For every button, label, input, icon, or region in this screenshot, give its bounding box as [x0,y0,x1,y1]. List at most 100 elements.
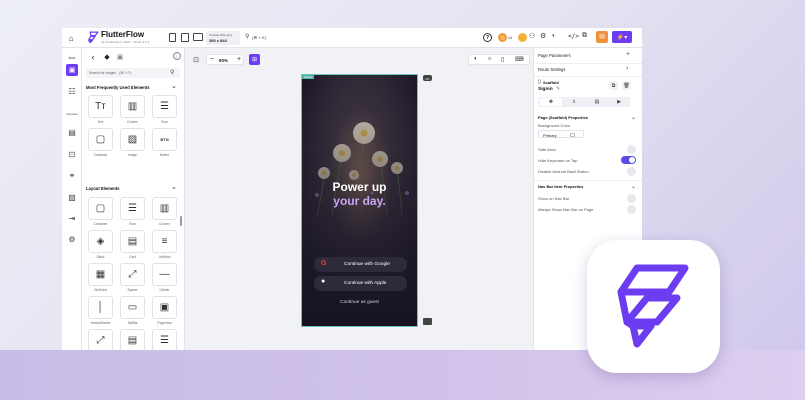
panel-resize-handle[interactable] [180,216,182,226]
widget-tile[interactable]: ▤Wrap [118,329,147,350]
widget-search-input[interactable]: Search for widget... (⌘ + F) ⚲ [86,68,180,78]
background-color-picker[interactable]: Primary [538,130,584,138]
widget-tile-label: Row [161,120,168,124]
desktop-device-icon[interactable] [193,33,203,41]
components-tab-icon[interactable]: ▣ [115,52,125,62]
guest-link[interactable]: Continue as guest [302,300,417,305]
info-icon[interactable]: i [173,52,181,60]
avatar[interactable] [518,33,527,42]
widget-tile[interactable]: ▢ Container [86,128,115,157]
zoom-in-button[interactable]: + [237,56,241,63]
data-types-icon[interactable]: ⚭ [66,169,78,181]
edit-icon[interactable]: ✎ [556,86,560,92]
always-show-nav-toggle[interactable] [627,205,636,214]
widget-tile[interactable]: ▦ GridView [86,263,115,292]
keyboard-icon[interactable]: ⌨ [515,56,524,63]
help-icon[interactable]: ? [483,33,492,42]
storyboard-icon[interactable]: ▤ [66,126,78,138]
widget-tile[interactable]: ≡ ListView [150,230,179,259]
google-signin-button[interactable]: G Continue with Google [314,257,407,272]
canvas-view-toolbar: ◐ ☼ ▯ ⌨ [468,54,530,65]
apple-signin-button[interactable]: ● Continue with Apple [314,276,407,291]
screenshot-icon[interactable]: ⊡ [191,55,201,65]
widget-tile[interactable]: ▤ Card [118,230,147,259]
scaffold-section-header[interactable]: Page (Scaffold) Properties ⌄ [538,114,636,121]
widget-tile[interactable]: ⤢ Spacer [118,263,147,292]
open-external-icon[interactable]: ⧉ [582,32,587,40]
widget-tree-icon[interactable]: ☷ [66,85,78,97]
page-name: Signin [538,87,553,92]
hide-keyboard-toggle[interactable] [621,156,636,164]
widgets-tab-icon[interactable]: ◆ [102,52,112,62]
phone-preview[interactable]: Signin Power up your day. G Continue wit… [301,74,418,327]
more-options-icon[interactable]: ••• [423,75,432,81]
api-calls-icon[interactable]: ⊡ [66,148,78,160]
chevron-right-icon[interactable]: › [626,65,628,72]
widget-tile[interactable]: ☰ Row [118,197,147,226]
layout-section-title: Layout Elements [86,186,120,191]
safe-area-toggle[interactable] [627,145,636,154]
widget-tile[interactable]: ▣ PageView [150,296,179,325]
widget-tile[interactable]: ☰Form [150,329,179,350]
widget-tile[interactable]: — Divider [150,263,179,292]
show-nav-toggle[interactable] [627,194,636,203]
widget-tile[interactable]: ▥ Column [118,95,147,124]
chevron-down-icon[interactable]: ⌄ [171,82,177,90]
flutterflow-logo-icon [86,30,100,44]
widget-tile[interactable]: │ VerticalDivider [86,296,115,325]
widget-tile[interactable]: ▭ TabBar [118,296,147,325]
media-assets-icon[interactable]: ▨ [66,191,78,203]
home-icon[interactable]: ⌂ [66,33,76,43]
delete-icon[interactable]: 🗑 [622,81,631,90]
preview-icon[interactable]: ◐ [552,33,556,39]
back-chevron-icon[interactable]: ‹ [88,52,98,62]
apple-button-label: Continue with Apple [344,281,387,286]
code-icon[interactable]: </> [568,33,579,40]
add-icon[interactable]: + [626,51,630,58]
keyboard-toggle-icon[interactable] [423,318,432,325]
settings-gear-icon[interactable]: ⚙ [66,233,78,245]
canvas-mode-icon[interactable]: ⊞ [249,54,260,65]
widget-search-placeholder: Search for widget... (⌘ + F) [89,71,131,75]
canvas-size-box[interactable]: Canvas Size (px) 390 x 844 [206,31,240,45]
widget-palette-icon[interactable]: ▣ [66,64,78,76]
notification-icon[interactable]: ◎ [498,33,507,42]
widget-tile[interactable]: ▨ Image [118,128,147,157]
device-frame-icon[interactable]: ▯ [501,56,504,63]
run-button[interactable]: ⚡▾ [612,31,632,43]
gridview-icon: ▦ [88,263,113,286]
page-parameters-label[interactable]: Page Parameters [538,53,571,58]
dark-mode-icon[interactable]: ◐ [474,56,478,62]
widget-tile[interactable]: ▥ Column [150,197,179,226]
expandable-icon: ⤢ [88,329,113,350]
layout-widget-grid: ▢ Container ☰ Row ▥ Column ◈ Stack ▤ Card ≡ ListVie… [86,197,179,350]
nav-section-header[interactable]: Nav Bar Item Properties ⌄ [538,183,636,190]
custom-code-icon[interactable]: ⇥ [66,212,78,224]
disable-back-toggle[interactable] [627,167,636,176]
copy-icon[interactable]: ⧉ [609,81,618,90]
share-icon[interactable]: ✉ [596,31,608,43]
backend-query-tab-icon[interactable]: ▤ [586,98,608,106]
tablet-device-icon[interactable] [181,33,189,42]
bug-icon[interactable]: ⚇ [529,32,535,40]
widget-tile[interactable]: ▢ Container [86,197,115,226]
actions-tab-icon[interactable]: ↯ [563,98,585,106]
properties-tab-icon[interactable]: ✥ [540,98,562,106]
widget-tile[interactable]: ☰ Row [150,95,179,124]
zoom-out-button[interactable]: − [210,56,214,63]
show-nav-row: Show on Nav Bar [538,194,636,203]
widget-tile[interactable]: Tт Text [86,95,115,124]
phone-device-icon[interactable] [169,33,176,42]
light-mode-icon[interactable]: ☼ [487,56,493,62]
route-settings-label[interactable]: Route Settings [538,67,565,72]
widget-tile[interactable]: ◈ Stack [86,230,115,259]
widget-tile[interactable]: BTN Button [150,128,179,157]
widget-tile-label: ListView [158,255,171,259]
always-show-nav-label: Always Show Nav Bar on Page [538,207,594,212]
widget-tile[interactable]: ⤢Expandable [86,329,115,350]
chevron-down-icon[interactable]: ⌄ [171,183,177,191]
search-shortcut[interactable]: (⌘ + K) [252,35,266,40]
settings-icon[interactable]: ⚙ [540,32,546,40]
search-icon[interactable]: ⚲ [245,33,249,40]
animations-tab-icon[interactable]: ▶ [608,98,630,106]
